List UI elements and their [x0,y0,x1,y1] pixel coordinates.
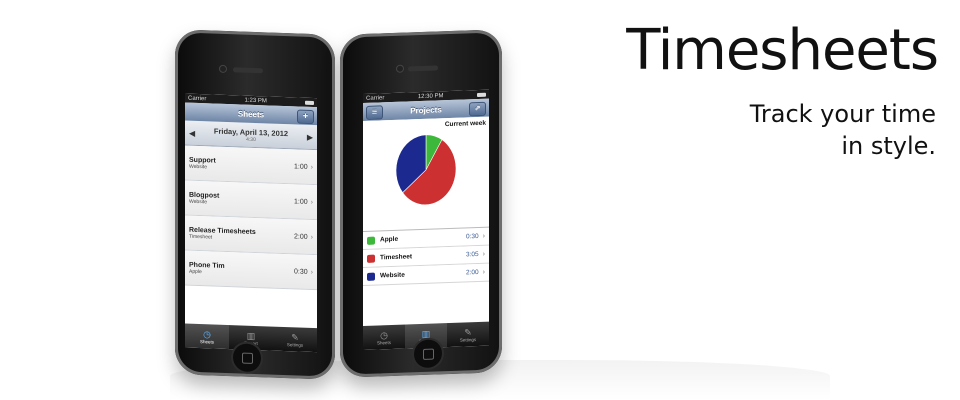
tagline-line-2: in style. [841,132,936,160]
sheet-row[interactable]: Phone Tim Apple 0:30 › [185,250,317,291]
nav-title: Sheets [237,108,265,119]
project-duration: 3:05 [466,250,479,259]
chevron-right-icon: › [310,268,313,276]
chevron-right-icon: › [310,233,313,241]
earpiece [408,65,438,72]
chevron-right-icon: › [482,268,485,276]
battery-icon [304,100,314,105]
tab-sheets[interactable]: ◷ Sheets [363,325,405,350]
project-duration: 2:00 [466,268,479,277]
front-camera [220,65,226,72]
sheet-project: Website [189,198,207,205]
home-button[interactable] [414,339,442,369]
chart-area: Current week [363,116,489,233]
chevron-right-icon: › [482,250,485,258]
project-name: Website [380,271,405,280]
earpiece [233,67,263,74]
project-row[interactable]: Website 2:00 › [363,263,489,287]
carrier-label: Carrier [188,95,207,102]
color-swatch [367,272,375,281]
project-name: Timesheet [380,253,413,262]
chevron-right-icon: › [310,163,313,171]
tab-settings[interactable]: ✎ Settings [273,327,317,353]
battery-icon [477,92,486,97]
chart-icon: ▥ [421,328,431,339]
next-day-button[interactable]: ▶ [307,132,313,141]
pie-chart [395,134,457,206]
phone-left: Carrier 1:23 PM Sheets + ◀ Friday, April… [175,29,335,380]
color-swatch [367,254,375,263]
tagline-line-1: Track your time [749,100,936,128]
phone-right: Carrier 12:30 PM ≡ Projects ⇗ Current we… [340,29,502,378]
chevron-right-icon: › [310,198,313,206]
project-name: Apple [380,235,399,244]
tab-label: Sheets [376,339,391,346]
sheet-duration: 1:00 [294,197,308,206]
tab-label: Sheets [199,338,214,345]
chevron-right-icon: › [482,232,485,240]
tab-label: Settings [459,336,477,343]
share-icon[interactable]: ⇗ [469,101,486,117]
chart-icon: ▥ [246,330,256,341]
wrench-icon: ✎ [291,331,299,343]
add-sheet-button[interactable]: + [297,109,314,125]
nav-title: Projects [410,104,442,115]
sheet-duration: 1:00 [294,162,308,171]
page-title: Timesheets [626,18,939,83]
report-screen: Carrier 12:30 PM ≡ Projects ⇗ Current we… [363,89,489,351]
sheet-row[interactable]: Blogpost Website 1:00 › [185,180,317,221]
chart-title: Current week [444,119,486,129]
tab-settings[interactable]: ✎ Settings [447,322,489,347]
prev-day-button[interactable]: ◀ [189,128,195,137]
clock-label: 1:23 PM [244,97,267,104]
clock-label: 12:30 PM [417,92,444,100]
sheet-duration: 0:30 [294,267,308,276]
tab-label: Settings [286,341,304,348]
tab-sheets[interactable]: ◷ Sheets [185,323,229,350]
color-swatch [367,236,375,245]
clock-icon: ◷ [380,329,388,340]
sheet-row[interactable]: Support Website 1:00 › [185,145,317,186]
home-button[interactable] [233,343,261,373]
front-camera [397,65,403,72]
clock-icon: ◷ [203,328,211,339]
sheet-duration: 2:00 [294,232,308,241]
wrench-icon: ✎ [464,326,472,337]
sheets-screen: Carrier 1:23 PM Sheets + ◀ Friday, April… [185,93,317,353]
project-duration: 0:30 [466,232,479,241]
tagline: Track your time in style. [750,98,936,162]
date-display: Friday, April 13, 2012 4:30 [214,126,288,144]
sheet-row[interactable]: Release Timesheets Timesheet 2:00 › [185,215,317,256]
sheet-project: Website [189,163,207,170]
carrier-label: Carrier [366,94,385,102]
list-icon[interactable]: ≡ [366,105,383,120]
